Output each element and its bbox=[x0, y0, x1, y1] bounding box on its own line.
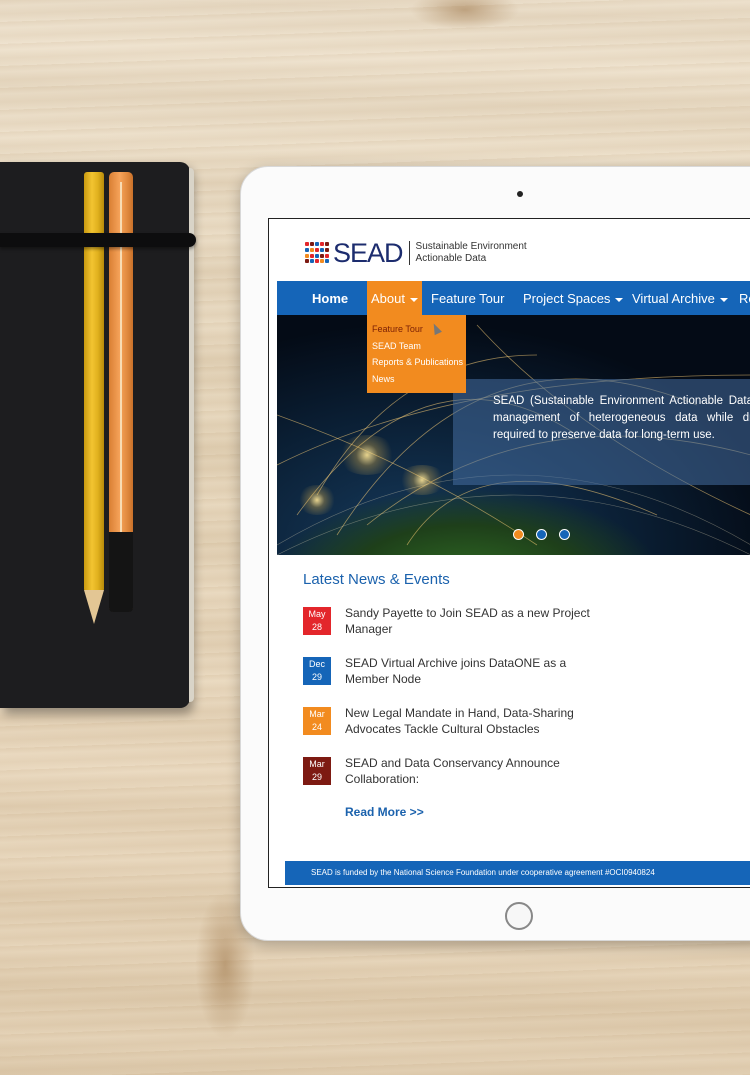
news-headline[interactable]: SEAD and Data Conservancy Announce Colla… bbox=[345, 755, 595, 787]
nav-project-spaces[interactable]: Project Spaces bbox=[523, 281, 624, 315]
chevron-down-icon bbox=[409, 297, 418, 302]
nav-home-label: Home bbox=[312, 291, 349, 306]
nav-virtual-archive-label: Virtual Archive bbox=[632, 291, 715, 306]
carousel-dot-2[interactable] bbox=[536, 529, 547, 540]
nav-about[interactable]: About bbox=[367, 281, 422, 315]
news-headline[interactable]: SEAD Virtual Archive joins DataONE as a … bbox=[345, 655, 595, 687]
date-month: Dec bbox=[308, 659, 325, 669]
city-lights bbox=[397, 465, 447, 495]
read-more-link[interactable]: Read More >> bbox=[345, 805, 424, 819]
logo-text: SEAD bbox=[333, 237, 404, 268]
logo-divider bbox=[408, 241, 410, 265]
nav-about-label: About bbox=[371, 291, 405, 306]
date-day: 24 bbox=[311, 722, 322, 732]
dropdown-item-sead-team[interactable]: SEAD Team bbox=[367, 338, 466, 355]
tagline-line-2: Actionable Data bbox=[415, 253, 487, 264]
chevron-down-icon bbox=[719, 297, 728, 302]
camera-icon bbox=[517, 191, 523, 197]
dropdown-item-news[interactable]: News bbox=[367, 371, 466, 388]
dropdown-item-reports-publications[interactable]: Reports & Publications bbox=[367, 354, 466, 371]
news-item[interactable]: Mar 24 New Legal Mandate in Hand, Data-Sh… bbox=[303, 705, 603, 741]
date-day: 29 bbox=[311, 772, 322, 782]
nav-more-label: Re bbox=[739, 291, 750, 306]
date-badge: Mar 24 bbox=[303, 707, 331, 735]
chevron-down-icon bbox=[615, 297, 624, 302]
carousel-dot-1[interactable] bbox=[513, 529, 524, 540]
city-lights bbox=[337, 435, 397, 475]
date-month: Mar bbox=[309, 709, 325, 719]
news-headline[interactable]: New Legal Mandate in Hand, Data-Sharing … bbox=[345, 705, 595, 737]
logo-tagline: Sustainable Environment Actionable Data bbox=[416, 241, 527, 265]
date-badge: Mar 29 bbox=[303, 757, 331, 785]
hero-caption-text: SEAD (Sustainable Environment Actionable… bbox=[493, 395, 750, 441]
main-navigation: Home About Feature Tour Project Spaces V… bbox=[277, 281, 750, 315]
nav-more[interactable]: Re bbox=[739, 281, 750, 315]
date-badge: Dec 29 bbox=[303, 657, 331, 685]
nav-home[interactable]: Home bbox=[312, 281, 348, 315]
site-footer: SEAD is funded by the National Science F… bbox=[285, 861, 750, 885]
news-item[interactable]: Dec 29 SEAD Virtual Archive joins DataONE… bbox=[303, 655, 603, 691]
date-month: Mar bbox=[309, 759, 325, 769]
city-lights bbox=[297, 485, 337, 515]
nav-project-spaces-label: Project Spaces bbox=[523, 291, 611, 306]
carousel-dots bbox=[513, 529, 570, 540]
site-logo[interactable]: SEAD Sustainable Environment Actionable … bbox=[305, 237, 527, 268]
hero-banner: SEAD (Sustainable Environment Actionable… bbox=[277, 315, 750, 555]
date-day: 29 bbox=[311, 672, 322, 682]
date-day: 28 bbox=[311, 622, 322, 632]
date-month: May bbox=[308, 609, 326, 619]
date-badge: May 28 bbox=[303, 607, 331, 635]
hero-caption-box: SEAD (Sustainable Environment Actionable… bbox=[453, 379, 750, 485]
nav-feature-tour-label: Feature Tour bbox=[431, 291, 505, 306]
dropdown-item-feature-tour[interactable]: Feature Tour bbox=[367, 321, 466, 338]
news-item[interactable]: Mar 29 SEAD and Data Conservancy Announce… bbox=[303, 755, 603, 791]
nav-virtual-archive[interactable]: Virtual Archive bbox=[632, 281, 728, 315]
news-headline[interactable]: Sandy Payette to Join SEAD as a new Proj… bbox=[345, 605, 595, 637]
home-button[interactable] bbox=[505, 902, 533, 930]
tagline-line-1: Sustainable Environment bbox=[415, 241, 527, 252]
notebook-elastic-band bbox=[0, 233, 196, 247]
carousel-dot-3[interactable] bbox=[559, 529, 570, 540]
tablet-screen: SEAD Sustainable Environment Actionable … bbox=[268, 218, 750, 888]
about-dropdown-menu: Feature Tour SEAD Team Reports & Publica… bbox=[367, 315, 466, 393]
news-section-title: Latest News & Events bbox=[303, 571, 450, 588]
logo-dots-icon bbox=[305, 242, 329, 264]
news-item[interactable]: May 28 Sandy Payette to Join SEAD as a ne… bbox=[303, 605, 603, 641]
nav-feature-tour[interactable]: Feature Tour bbox=[431, 281, 504, 315]
